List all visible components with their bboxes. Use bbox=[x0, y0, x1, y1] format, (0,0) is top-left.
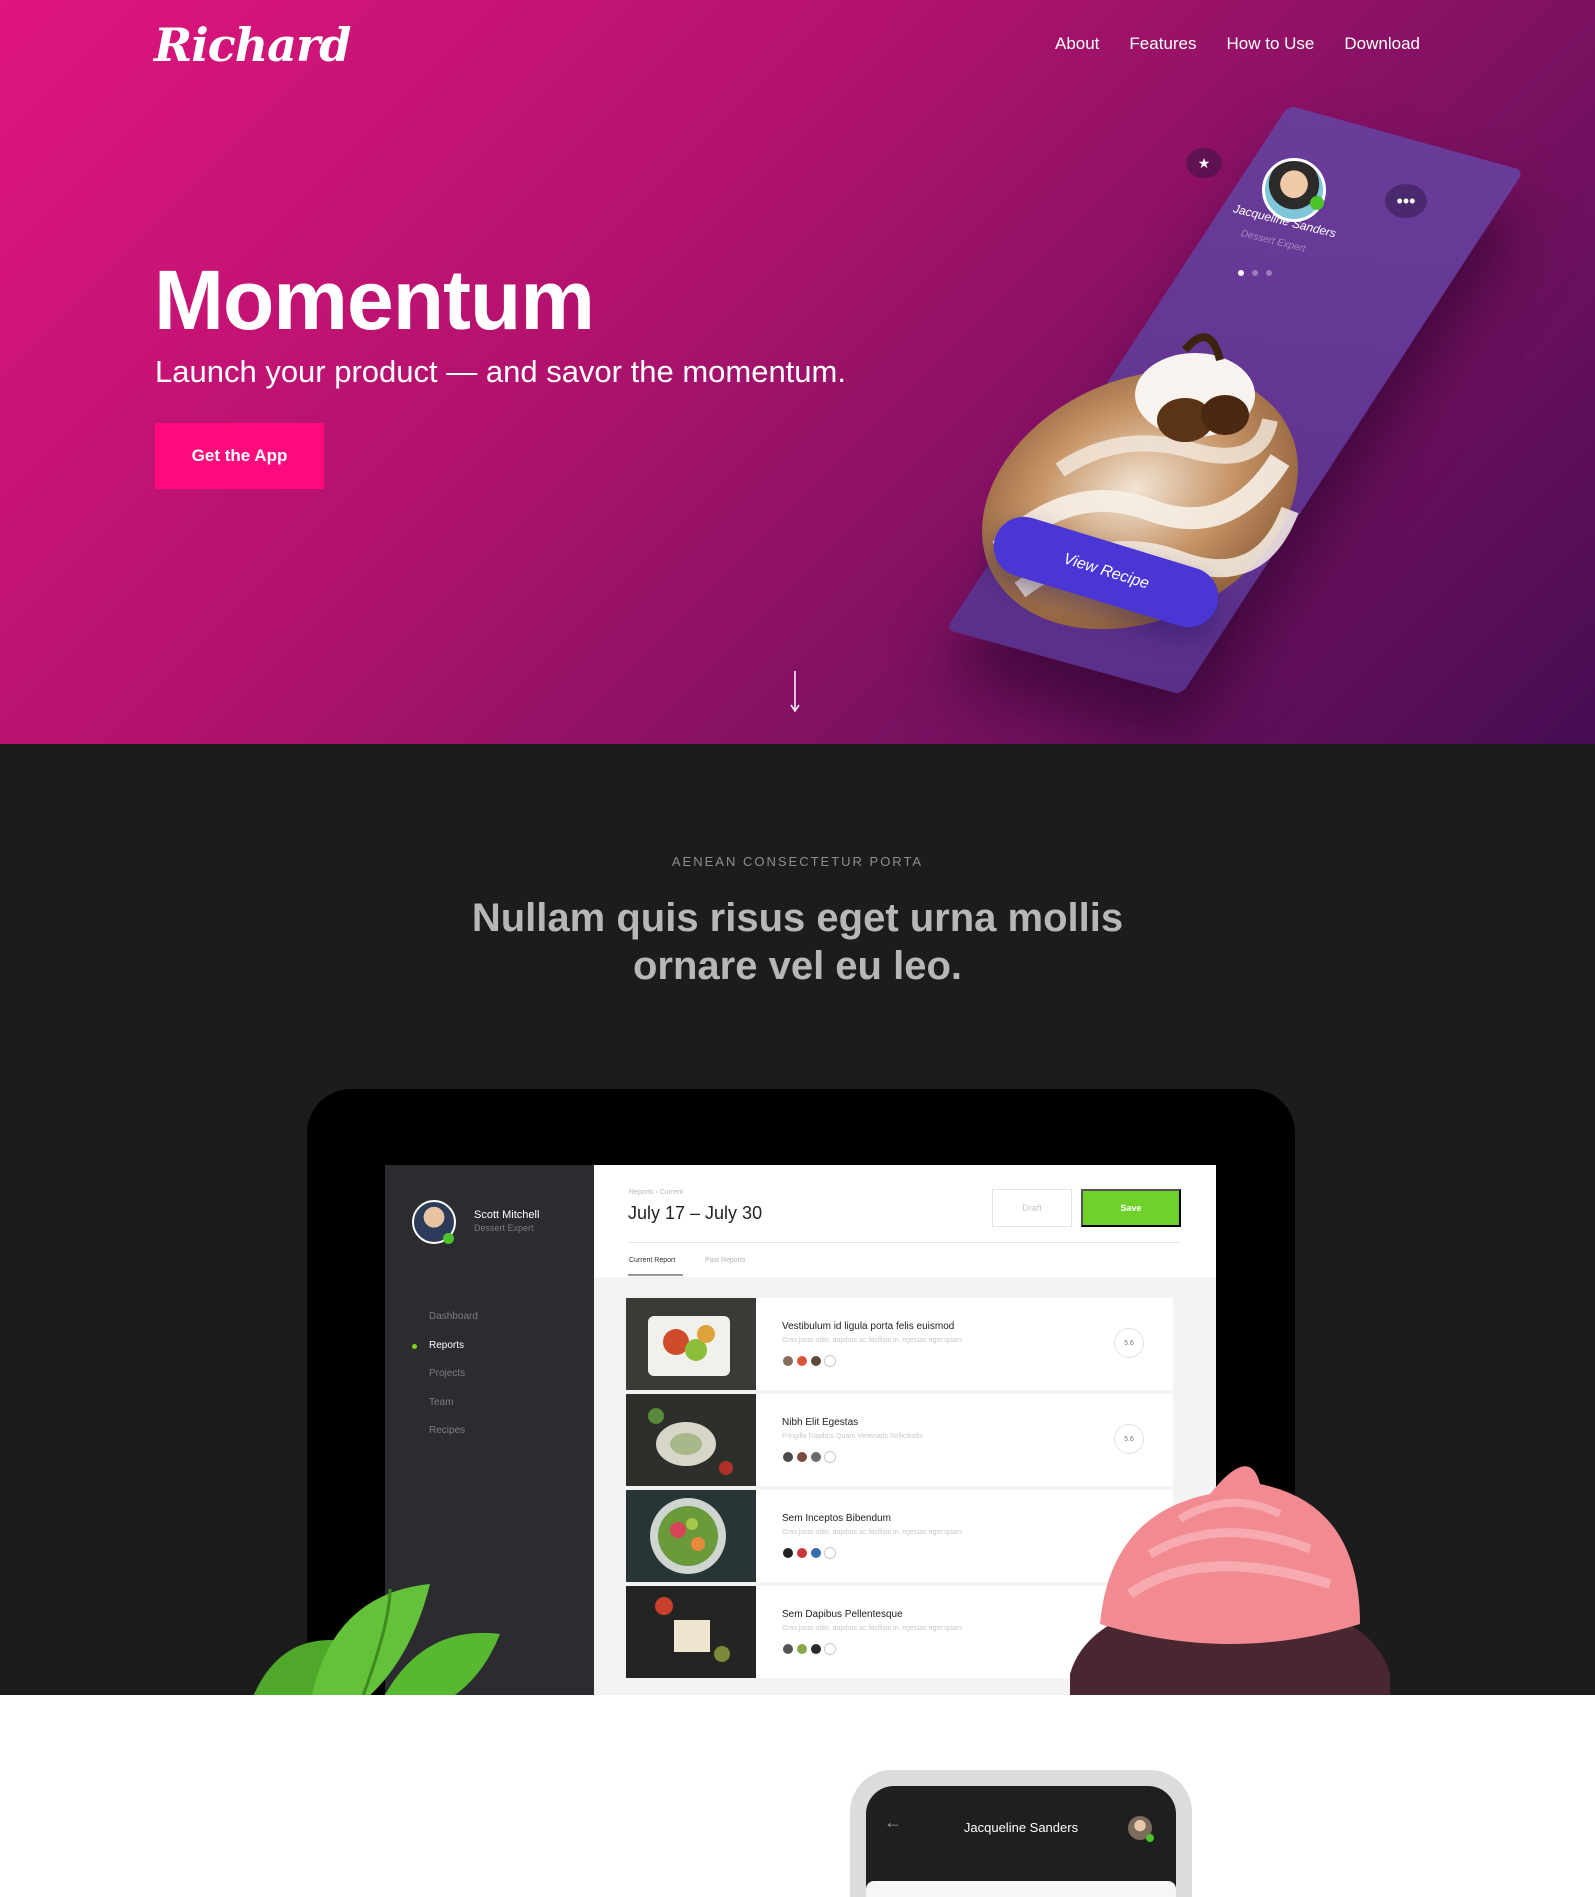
breadcrumb[interactable]: Reports › Current bbox=[629, 1189, 683, 1196]
row-description: Cras justo odio, dapibus ac facilisis in… bbox=[782, 1529, 964, 1536]
tab-current-report[interactable]: Current Report bbox=[629, 1257, 675, 1264]
nav-link-how-to-use[interactable]: How to Use bbox=[1227, 34, 1315, 54]
top-nav: About Features How to Use Download bbox=[1055, 34, 1420, 54]
nav-link-about[interactable]: About bbox=[1055, 34, 1099, 54]
sidebar-item-reports[interactable]: Reports bbox=[412, 1340, 478, 1369]
row-description: Fringilla Dapibus Quam Venenatis Sollici… bbox=[782, 1433, 924, 1440]
content-card bbox=[866, 1881, 1176, 1897]
row-title: Sem Inceptos Bibendum bbox=[782, 1513, 891, 1524]
favorite-star-icon[interactable]: ★ bbox=[1186, 148, 1222, 178]
more-options-icon[interactable]: ••• bbox=[1385, 184, 1427, 218]
feature-title-line-2: ornare vel eu leo. bbox=[632, 944, 963, 988]
score-badge: 5.6 bbox=[1114, 1328, 1144, 1358]
phone-mockup: ← Jacqueline Sanders bbox=[850, 1770, 1192, 1897]
active-tab-indicator bbox=[628, 1274, 683, 1276]
online-status-icon bbox=[443, 1233, 454, 1244]
date-range: July 17 – July 30 bbox=[628, 1203, 763, 1223]
feature-section: AENEAN CONSECTETUR PORTA Nullam quis ris… bbox=[0, 744, 1595, 1695]
logo[interactable]: Richard bbox=[154, 18, 351, 72]
nav-link-features[interactable]: Features bbox=[1129, 34, 1196, 54]
collaborator-avatars bbox=[782, 1643, 838, 1655]
save-button[interactable]: Save bbox=[1081, 1189, 1181, 1227]
recipe-thumbnail bbox=[626, 1490, 756, 1582]
sidebar-item-projects[interactable]: Projects bbox=[429, 1368, 478, 1397]
cupcake-image bbox=[1070, 1466, 1390, 1695]
sidebar-user-role: Dessert Expert bbox=[474, 1223, 534, 1233]
mint-leaves-image bbox=[253, 1584, 500, 1695]
recipe-thumbnail bbox=[626, 1298, 756, 1390]
get-the-app-button[interactable]: Get the App bbox=[155, 423, 324, 489]
hero-subtitle: Launch your product — and savor the mome… bbox=[155, 354, 846, 389]
tab-past-reports[interactable]: Past Reports bbox=[705, 1257, 745, 1264]
recipe-thumbnail bbox=[626, 1394, 756, 1486]
row-title: Vestibulum id ligula porta felis euismod bbox=[782, 1321, 955, 1332]
scroll-down-arrow-icon[interactable] bbox=[788, 671, 802, 713]
online-status-icon bbox=[1310, 196, 1324, 210]
row-description: Cras justo odio, dapibus ac facilisis in… bbox=[782, 1625, 964, 1632]
row-title: Nibh Elit Egestas bbox=[782, 1417, 859, 1428]
row-title: Sem Dapibus Pellentesque bbox=[782, 1609, 903, 1620]
feature-title-line-1: Nullam quis risus eget urna mollis bbox=[471, 896, 1124, 940]
hero-section: Richard About Features How to Use Downlo… bbox=[0, 0, 1595, 744]
sidebar-user-name: Scott Mitchell bbox=[474, 1209, 540, 1221]
collaborator-avatars bbox=[782, 1451, 838, 1463]
phone-screen: ← Jacqueline Sanders bbox=[866, 1786, 1176, 1897]
row-description: Cras justo odio, dapibus ac facilisis in… bbox=[782, 1337, 964, 1344]
online-status-icon bbox=[1146, 1834, 1154, 1842]
carousel-dots[interactable] bbox=[1238, 270, 1272, 276]
nav-link-download[interactable]: Download bbox=[1344, 34, 1420, 54]
feature-title: Nullam quis risus eget urna mollis ornar… bbox=[0, 894, 1595, 990]
sidebar-item-dashboard[interactable]: Dashboard bbox=[429, 1311, 478, 1340]
sidebar-item-team[interactable]: Team bbox=[429, 1397, 478, 1426]
hero-title: Momentum bbox=[154, 253, 595, 347]
list-item[interactable]: Vestibulum id ligula porta felis euismod… bbox=[626, 1298, 1173, 1390]
collaborator-avatars bbox=[782, 1547, 838, 1559]
report-header: Reports › Current July 17 – July 30 Draf… bbox=[594, 1165, 1216, 1277]
recipe-thumbnail bbox=[626, 1586, 756, 1678]
app-preview-section: ← Jacqueline Sanders bbox=[0, 1695, 1595, 1897]
sidebar-item-recipes[interactable]: Recipes bbox=[429, 1425, 478, 1454]
collaborator-avatars bbox=[782, 1355, 838, 1367]
sidebar-menu: Dashboard Reports Projects Team Recipes bbox=[412, 1311, 478, 1454]
draft-button[interactable]: Draft bbox=[992, 1189, 1072, 1227]
divider bbox=[628, 1242, 1181, 1243]
feature-eyebrow: AENEAN CONSECTETUR PORTA bbox=[671, 854, 924, 869]
